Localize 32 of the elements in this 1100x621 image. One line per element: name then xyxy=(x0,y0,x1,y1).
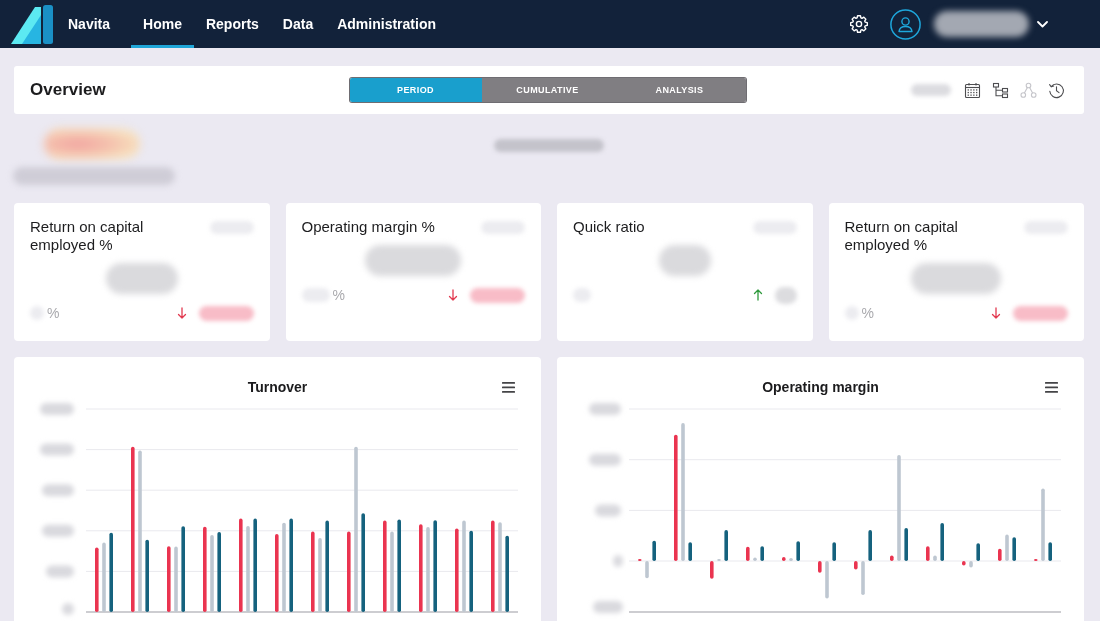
unit-label: % xyxy=(861,305,874,321)
history-icon[interactable] xyxy=(1048,81,1065,99)
unit-label: % xyxy=(332,287,345,303)
brand-name: Navita xyxy=(68,16,111,32)
nav-tab[interactable]: Reports xyxy=(193,0,271,48)
blurred-text xyxy=(1013,305,1068,321)
blurred-text xyxy=(658,245,711,276)
app-logo xyxy=(10,4,54,44)
hierarchy-icon[interactable] xyxy=(992,81,1009,99)
kpi-title: Operating margin % xyxy=(301,218,436,236)
unit-label: % xyxy=(47,305,60,321)
chart-title: Operating margin xyxy=(762,379,879,395)
kpi-title: Return on capital employed % xyxy=(30,218,145,254)
calendar-icon[interactable] xyxy=(964,81,981,99)
nav-tab[interactable]: Administration xyxy=(325,0,448,48)
kpi-title: Quick ratio xyxy=(573,218,646,236)
view-tab[interactable]: ANALYSIS xyxy=(613,78,746,102)
page-title: Overview xyxy=(30,80,106,100)
user-avatar-icon[interactable] xyxy=(890,8,921,40)
nav-tab[interactable]: Home xyxy=(131,0,194,48)
caret-down-icon[interactable] xyxy=(1037,20,1048,28)
nav-tab[interactable]: Data xyxy=(270,0,326,48)
kpi-title: Return on capital employed % xyxy=(844,218,959,254)
settings-icon[interactable] xyxy=(850,15,868,33)
menu-icon[interactable] xyxy=(1045,381,1058,393)
blurred-text xyxy=(911,84,951,96)
blurred-text xyxy=(198,305,254,321)
blurred-text xyxy=(470,287,525,303)
blurred-text xyxy=(774,286,797,304)
chart-title: Turnover xyxy=(247,379,308,395)
view-tab[interactable]: CUMULATIVE xyxy=(481,78,614,102)
menu-icon[interactable] xyxy=(502,381,515,393)
